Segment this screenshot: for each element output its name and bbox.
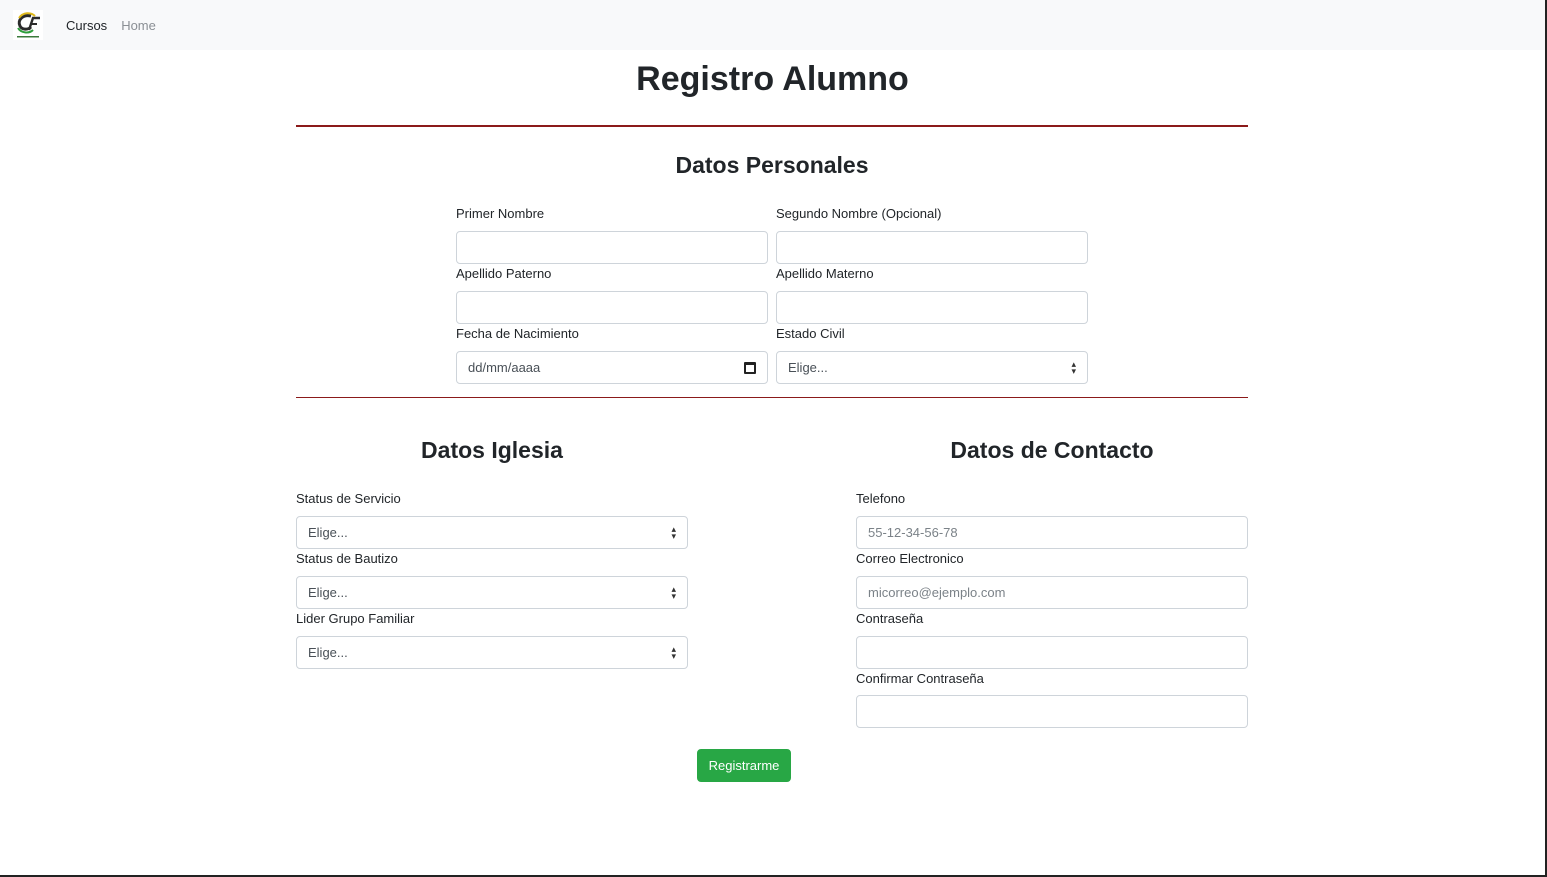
confirmar-contrasena-input[interactable] — [856, 695, 1248, 728]
lider-grupo-value: Elige... — [308, 645, 348, 660]
select-caret-icon: ▴ ▾ — [671, 523, 676, 541]
label-fecha-nacimiento: Fecha de Nacimiento — [456, 326, 579, 341]
label-primer-nombre: Primer Nombre — [456, 206, 545, 221]
primer-nombre-input[interactable] — [456, 231, 768, 264]
section-title-iglesia: Datos Iglesia — [421, 437, 563, 463]
label-contrasena: Contraseña — [856, 611, 924, 626]
label-status-servicio: Status de Servicio — [296, 491, 401, 506]
status-servicio-select[interactable]: Elige... ▴ ▾ — [296, 516, 688, 549]
status-bautizo-select[interactable]: Elige... ▴ ▾ — [296, 576, 688, 609]
select-caret-icon: ▴ ▾ — [671, 643, 676, 661]
apellido-paterno-input[interactable] — [456, 291, 768, 324]
section-title-contacto: Datos de Contacto — [950, 437, 1154, 463]
label-estado-civil: Estado Civil — [776, 326, 845, 341]
segundo-nombre-input[interactable] — [776, 231, 1088, 264]
section-title-personal: Datos Personales — [675, 152, 869, 178]
estado-civil-select[interactable]: Elige... ▴ ▾ — [776, 351, 1088, 384]
page-title: Registro Alumno — [636, 60, 909, 98]
nav-link-cursos[interactable]: Cursos — [66, 18, 107, 33]
label-correo: Correo Electronico — [856, 551, 964, 566]
page: Cursos Home Registro Alumno Datos Person… — [0, 0, 1547, 877]
label-lider-grupo: Lider Grupo Familiar — [296, 611, 415, 626]
label-telefono: Telefono — [856, 491, 906, 506]
correo-input[interactable] — [856, 576, 1248, 609]
fecha-placeholder: dd/mm/aaaa — [468, 360, 541, 375]
label-segundo-nombre: Segundo Nombre (Opcional) — [776, 206, 942, 221]
select-caret-icon: ▴ ▾ — [671, 583, 676, 601]
nav-link-home[interactable]: Home — [121, 18, 156, 33]
fecha-nacimiento-input[interactable]: dd/mm/aaaa — [456, 351, 768, 384]
brand-logo-icon[interactable] — [13, 10, 43, 40]
estado-civil-value: Elige... — [788, 360, 828, 375]
divider-middle — [296, 397, 1248, 398]
status-servicio-value: Elige... — [308, 525, 348, 540]
lider-grupo-select[interactable]: Elige... ▴ ▾ — [296, 636, 688, 669]
label-apellido-materno: Apellido Materno — [776, 266, 874, 281]
divider-top — [296, 125, 1248, 127]
status-bautizo-value: Elige... — [308, 585, 348, 600]
registrarme-button[interactable]: Registrarme — [697, 749, 791, 782]
select-caret-icon: ▴ ▾ — [1071, 358, 1076, 376]
label-status-bautizo: Status de Bautizo — [296, 551, 398, 566]
apellido-materno-input[interactable] — [776, 291, 1088, 324]
telefono-input[interactable] — [856, 516, 1248, 549]
contrasena-input[interactable] — [856, 636, 1248, 669]
label-confirmar-contrasena: Confirmar Contraseña — [856, 671, 984, 686]
calendar-icon[interactable] — [744, 361, 756, 374]
label-apellido-paterno: Apellido Paterno — [456, 266, 552, 281]
navbar: Cursos Home — [0, 0, 1545, 50]
